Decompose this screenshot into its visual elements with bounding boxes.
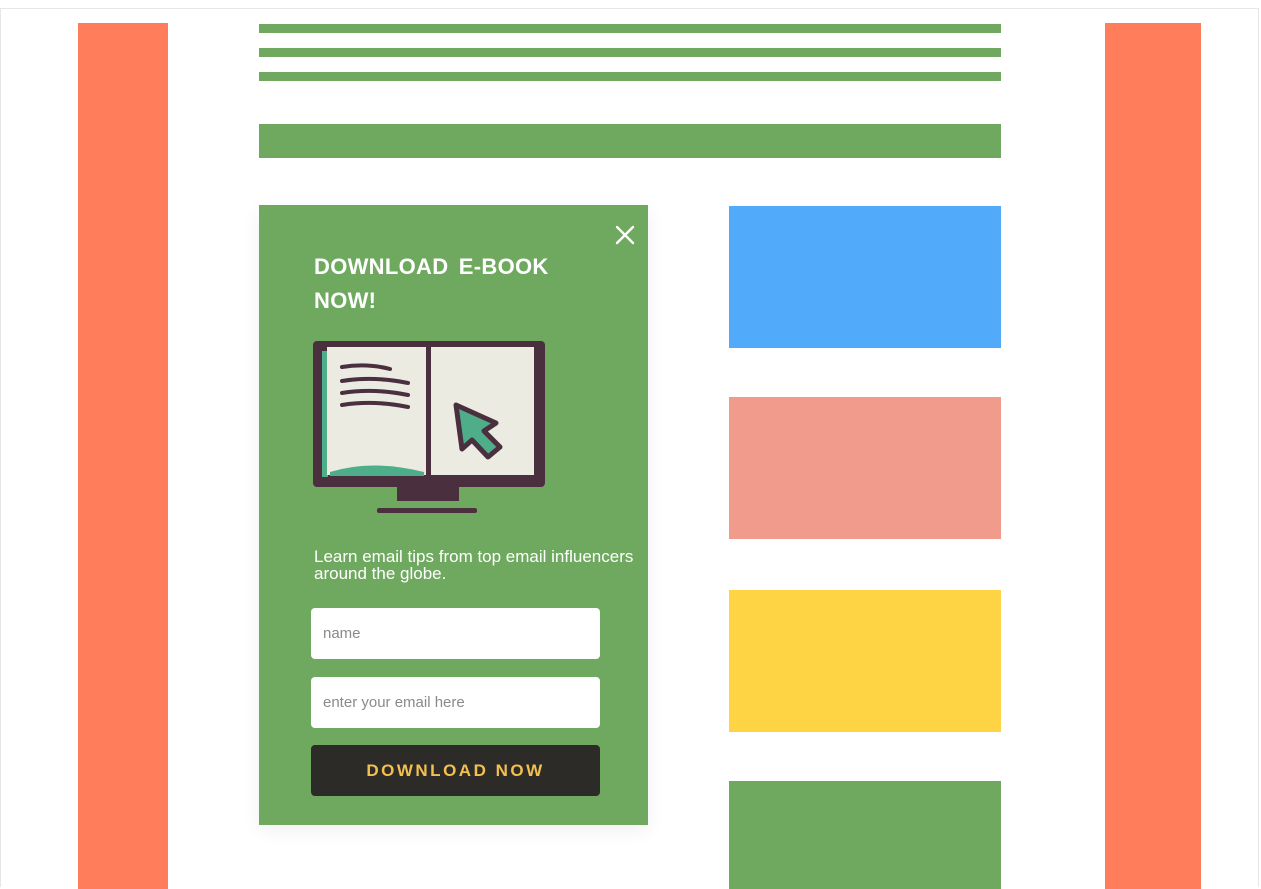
sidebar-card bbox=[729, 590, 1001, 732]
header-line bbox=[259, 48, 1001, 57]
popup-title: DOWNLOAD E-BOOK NOW! bbox=[314, 254, 549, 313]
header-line bbox=[259, 72, 1001, 81]
content-banner bbox=[259, 124, 1001, 158]
side-bar-right bbox=[1105, 23, 1201, 889]
sidebar-card bbox=[729, 781, 1001, 889]
sidebar-card bbox=[729, 397, 1001, 539]
sidebar-card bbox=[729, 206, 1001, 348]
close-icon[interactable] bbox=[613, 223, 637, 247]
ebook-monitor-icon bbox=[312, 339, 546, 522]
name-input[interactable] bbox=[311, 608, 600, 659]
popup-description: Learn email tips from top email influenc… bbox=[314, 547, 634, 583]
email-input[interactable] bbox=[311, 677, 600, 728]
side-bar-left bbox=[78, 23, 168, 889]
ebook-popup: DOWNLOAD E-BOOK NOW! Learn email tips fr… bbox=[259, 205, 648, 825]
header-line bbox=[259, 24, 1001, 33]
download-now-button[interactable]: DOWNLOAD NOW bbox=[311, 745, 600, 796]
